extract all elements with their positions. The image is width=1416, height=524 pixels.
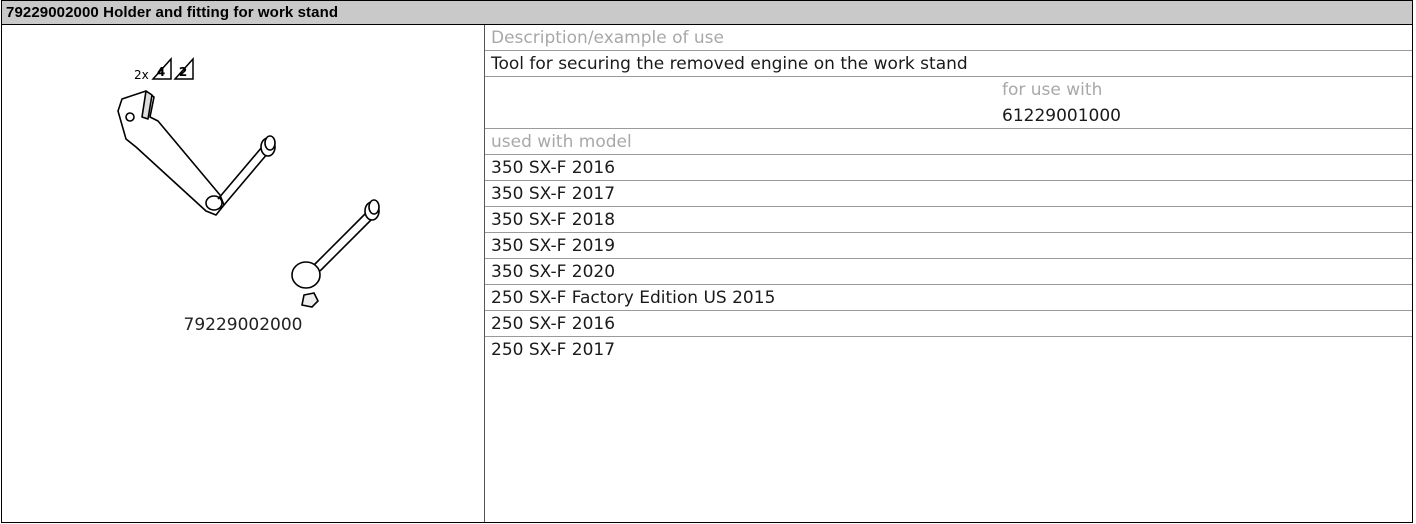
model-row: 250 SX-F Factory Edition US 2015 bbox=[485, 285, 1412, 311]
model-row: 350 SX-F 2020 bbox=[485, 259, 1412, 285]
for-use-with-label-row: for use with bbox=[485, 77, 1412, 103]
part-number-caption: 79229002000 bbox=[183, 315, 303, 335]
description-label-row: Description/example of use bbox=[485, 25, 1412, 51]
model-name: 350 SX-F 2017 bbox=[491, 184, 616, 204]
description-row: Tool for securing the removed engine on … bbox=[485, 51, 1412, 77]
description-label: Description/example of use bbox=[491, 28, 725, 48]
tool-card: 79229002000 Holder and fitting for work … bbox=[1, 0, 1413, 523]
tool-illustration: 2x 4 2 bbox=[117, 57, 380, 308]
model-name: 250 SX-F 2016 bbox=[491, 314, 616, 334]
model-name: 250 SX-F Factory Edition US 2015 bbox=[491, 288, 776, 308]
for-use-with-label: for use with bbox=[1002, 80, 1103, 100]
used-with-model-label-row: used with model bbox=[485, 129, 1412, 155]
for-use-with-row: 61229001000 bbox=[485, 103, 1412, 129]
model-row: 350 SX-F 2019 bbox=[485, 233, 1412, 259]
details-panel: Description/example of use Tool for secu… bbox=[485, 25, 1412, 522]
model-row: 250 SX-F 2017 bbox=[485, 337, 1412, 363]
warning-triangle-icon: 4 bbox=[151, 57, 172, 80]
svg-text:2: 2 bbox=[179, 65, 187, 79]
model-name: 350 SX-F 2018 bbox=[491, 210, 616, 230]
holder-bracket-icon bbox=[117, 90, 276, 216]
model-name: 350 SX-F 2020 bbox=[491, 262, 616, 282]
model-name: 350 SX-F 2016 bbox=[491, 158, 616, 178]
model-row: 350 SX-F 2017 bbox=[485, 181, 1412, 207]
tool-image-panel: 2x 4 2 79229002000 bbox=[2, 25, 484, 522]
svg-text:4: 4 bbox=[157, 65, 165, 79]
fitting-bolt-icon bbox=[291, 199, 380, 308]
model-row: 350 SX-F 2018 bbox=[485, 207, 1412, 233]
title-bar: 79229002000 Holder and fitting for work … bbox=[2, 1, 1412, 25]
used-with-model-label: used with model bbox=[491, 132, 632, 152]
tool-title: 79229002000 Holder and fitting for work … bbox=[6, 4, 339, 21]
model-name: 350 SX-F 2019 bbox=[491, 236, 616, 256]
model-row: 250 SX-F 2016 bbox=[485, 311, 1412, 337]
model-row: 350 SX-F 2016 bbox=[485, 155, 1412, 181]
description-text: Tool for securing the removed engine on … bbox=[491, 54, 968, 74]
warning-triangle-icon: 2 bbox=[173, 57, 194, 80]
model-name: 250 SX-F 2017 bbox=[491, 340, 616, 360]
quantity-label: 2x bbox=[134, 68, 149, 82]
for-use-with-value: 61229001000 bbox=[1002, 106, 1121, 126]
